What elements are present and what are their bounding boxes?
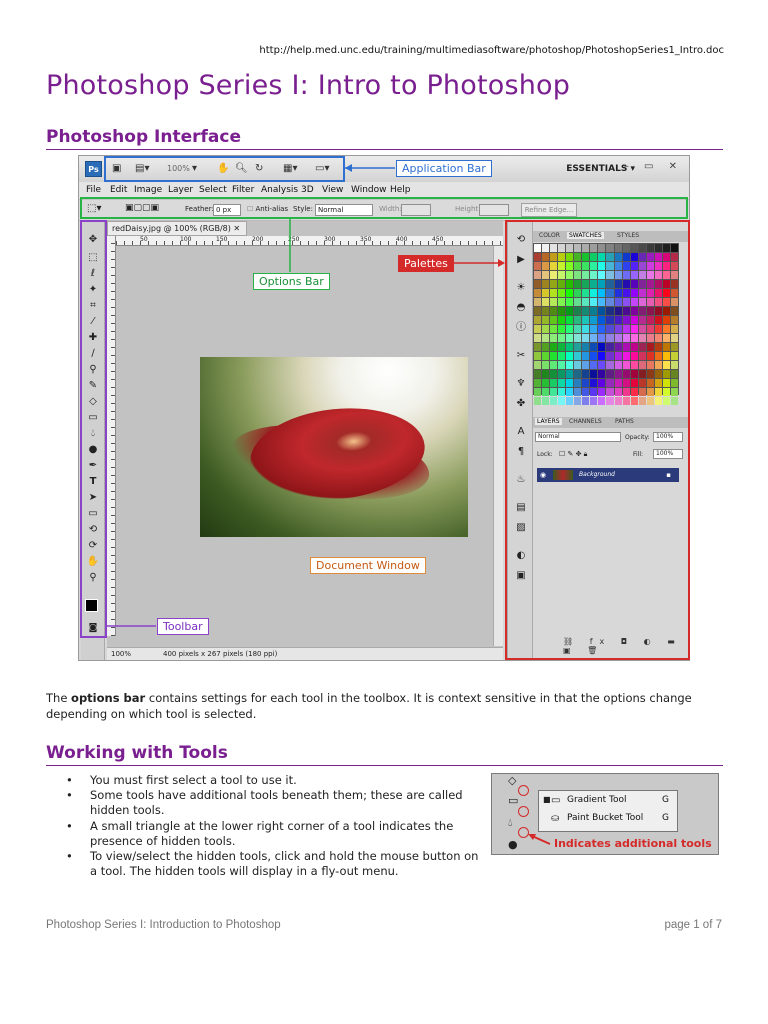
application-bar-callout: Application Bar (396, 160, 492, 177)
tools-bullet-list: You must first select a tool to use it. … (66, 773, 486, 879)
list-item: A small triangle at the lower right corn… (66, 819, 486, 849)
list-item: To view/select the hidden tools, click a… (66, 849, 486, 879)
options-bar-callout: Options Bar (253, 273, 330, 290)
list-item: You must first select a tool to use it. (66, 773, 486, 788)
paragraph-bold: options bar (71, 691, 146, 705)
callout-connectors (107, 164, 505, 627)
footer-title: Photoshop Series I: Introduction to Phot… (46, 919, 281, 931)
page-number: page 1 of 7 (664, 919, 722, 931)
hidden-tools-screenshot: ◇ ▭ 💧︎ ● ■ ▭ Gradient Tool G ⛀ Paint Buc… (491, 773, 719, 855)
indicator-note: Indicates additional tools (554, 837, 712, 850)
palettes-callout: Palettes (398, 255, 454, 272)
options-bar-paragraph: The options bar contains settings for ea… (46, 690, 726, 722)
paragraph-prefix: The (46, 691, 72, 705)
document-window-callout: Document Window (310, 557, 426, 574)
section-heading-tools: Working with Tools (46, 743, 723, 766)
toolbar-callout: Toolbar (157, 618, 209, 635)
list-item: Some tools have additional tools beneath… (66, 788, 486, 818)
